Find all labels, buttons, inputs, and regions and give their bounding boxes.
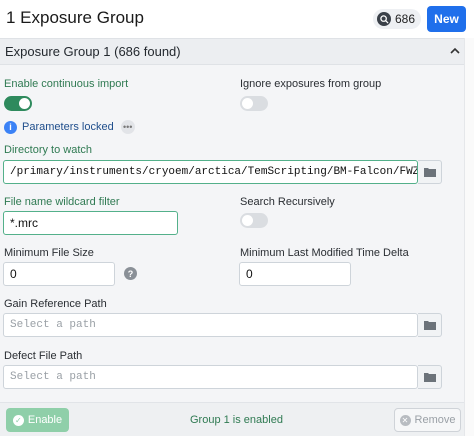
page-title: 1 Exposure Group (6, 8, 144, 27)
exposure-count-badge: 686 (373, 9, 422, 29)
search-recursive-toggle[interactable] (240, 213, 268, 228)
help-icon[interactable]: ? (124, 267, 137, 280)
remove-button[interactable]: ✕ Remove (394, 408, 461, 432)
defect-input[interactable]: Select a path (3, 365, 418, 389)
panel-title: Exposure Group 1 (686 found) (5, 44, 181, 59)
toggle-knob (19, 98, 30, 109)
continuous-import-label: Enable continuous import (4, 78, 129, 90)
min-delta-label: Minimum Last Modified Time Delta (240, 247, 409, 259)
directory-browse-button[interactable] (418, 160, 442, 184)
wildcard-label: File name wildcard filter (4, 196, 120, 208)
gain-ref-label: Gain Reference Path (4, 298, 107, 310)
folder-icon (423, 168, 436, 177)
parameters-locked-label: Parameters locked (22, 121, 114, 133)
folder-icon (423, 321, 436, 330)
defect-browse-button[interactable] (418, 365, 442, 389)
defect-placeholder: Select a path (10, 371, 96, 383)
remove-label: Remove (414, 414, 456, 426)
panel-footer: ✓ Enable Group 1 is enabled ✕ Remove (0, 402, 464, 436)
min-size-input[interactable]: 0 (3, 262, 115, 286)
parameters-locked-row: i Parameters locked ••• (4, 120, 135, 134)
directory-input[interactable]: /primary/instruments/cryoem/arctica/TemS… (3, 160, 418, 184)
directory-value: /primary/instruments/cryoem/arctica/TemS… (10, 166, 417, 178)
folder-icon (423, 373, 436, 382)
toggle-knob (242, 215, 253, 226)
chevron-up-icon[interactable] (449, 45, 461, 57)
defect-label: Defect File Path (4, 350, 83, 362)
wildcard-input[interactable]: *.mrc (3, 211, 178, 235)
enable-button[interactable]: ✓ Enable (6, 408, 69, 432)
ignore-exposures-toggle[interactable] (240, 96, 268, 111)
new-button[interactable]: New (427, 6, 466, 32)
min-size-value: 0 (10, 267, 17, 281)
close-icon: ✕ (399, 414, 411, 426)
ignore-exposures-label: Ignore exposures from group (240, 78, 382, 90)
enable-label: Enable (27, 414, 63, 426)
check-icon: ✓ (12, 414, 24, 426)
min-delta-input[interactable]: 0 (239, 262, 351, 286)
search-icon (377, 12, 391, 26)
top-header: 1 Exposure Group 686 New (0, 0, 474, 38)
min-delta-value: 0 (246, 267, 253, 281)
min-size-label: Minimum File Size (4, 247, 94, 259)
more-options-icon[interactable]: ••• (120, 120, 135, 134)
search-recursive-label: Search Recursively (240, 196, 335, 208)
badge-count: 686 (395, 12, 416, 26)
panel-header[interactable]: Exposure Group 1 (686 found) (0, 39, 464, 65)
gain-ref-input[interactable]: Select a path (3, 313, 418, 337)
directory-label: Directory to watch (4, 144, 93, 156)
wildcard-value: *.mrc (10, 216, 38, 230)
info-icon: i (4, 120, 17, 134)
scrollbar[interactable] (464, 38, 474, 436)
toggle-knob (242, 98, 253, 109)
status-text: Group 1 is enabled (190, 414, 283, 426)
gain-ref-placeholder: Select a path (10, 319, 96, 331)
gain-ref-browse-button[interactable] (418, 313, 442, 337)
exposure-group-panel: Exposure Group 1 (686 found) Enable cont… (0, 38, 464, 436)
continuous-import-toggle[interactable] (4, 96, 32, 111)
